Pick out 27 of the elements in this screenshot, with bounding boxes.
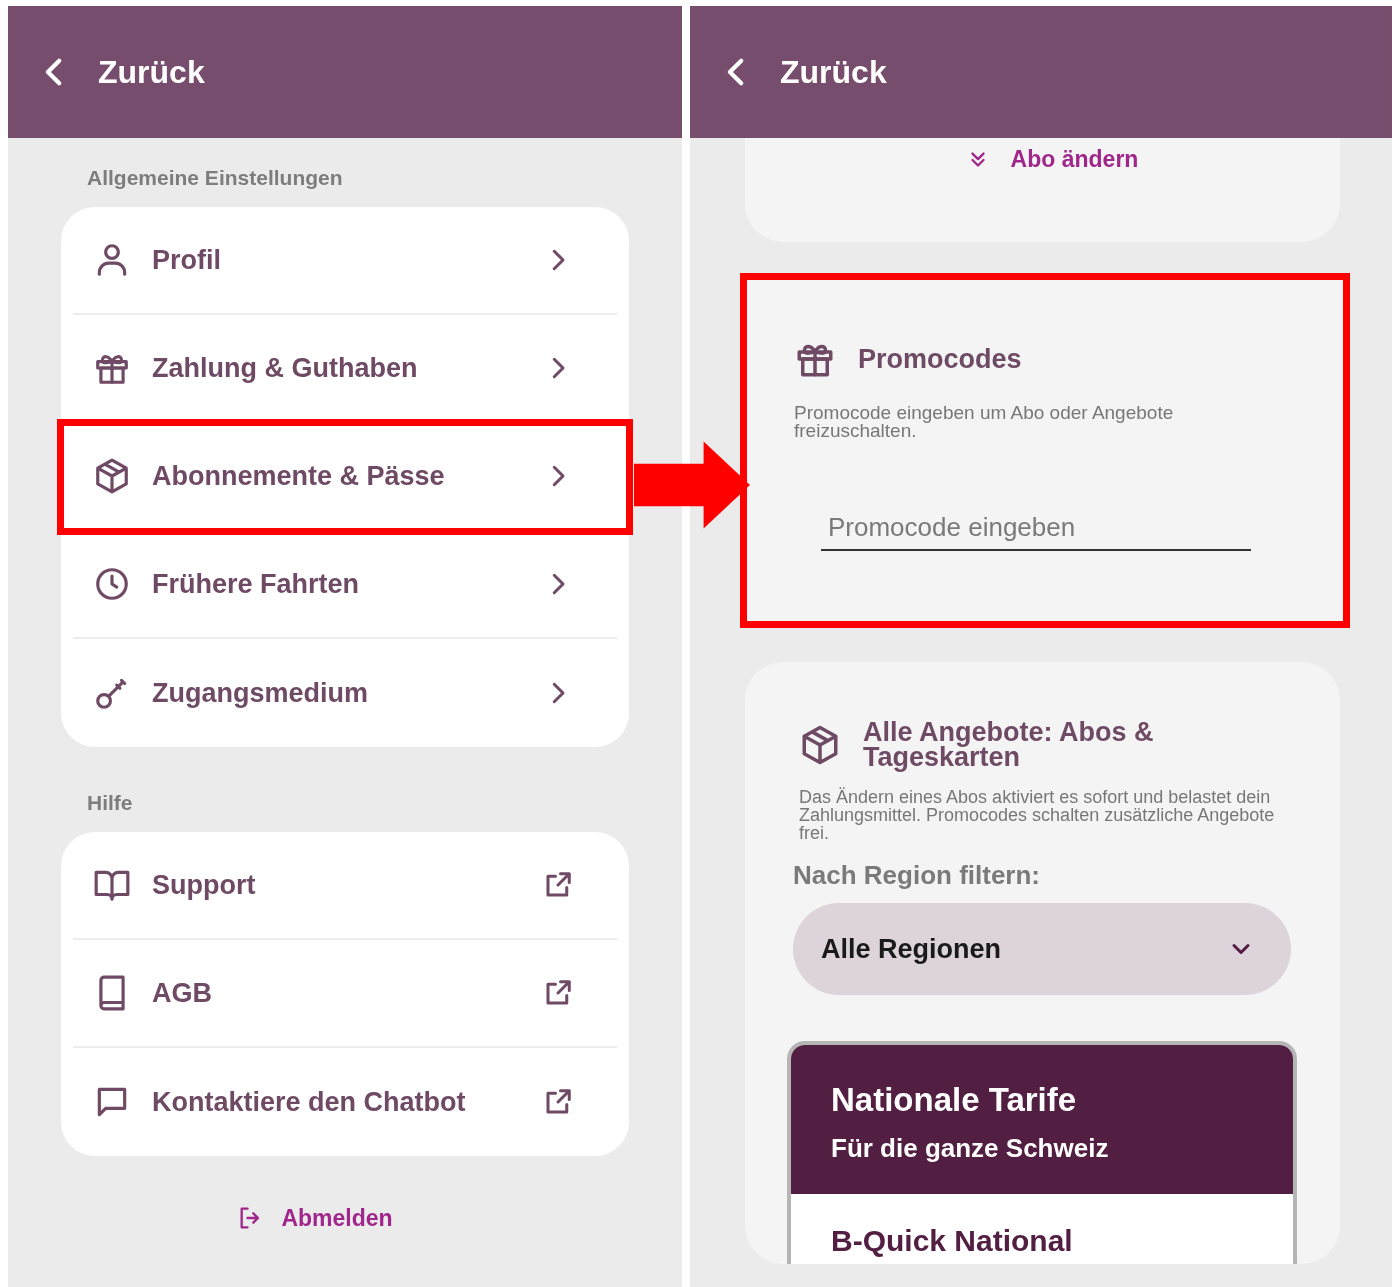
menu-item[interactable]: Frühere Fahrten: [73, 531, 617, 639]
back-button[interactable]: Zurück: [720, 53, 887, 91]
region-dropdown[interactable]: Alle Regionen: [793, 903, 1291, 995]
card-description: Das Ändern eines Abos aktiviert es sofort und belastet dein Zahlungsmittel. Promocodes schalten zusätzliche Angebote frei.: [799, 788, 1276, 842]
card-description: Promocode eingeben um Abo oder Angebote freizuschalten.: [794, 404, 1175, 440]
box-icon: [799, 724, 841, 766]
tariff-item-title: B-Quick National: [831, 1224, 1074, 1258]
menu-item[interactable]: AGB: [73, 940, 617, 1048]
tariff-title: Nationale Tarife: [831, 1081, 1078, 1119]
back-button[interactable]: Zurück: [38, 53, 205, 91]
menu-item[interactable]: Zugangsmedium: [73, 639, 617, 747]
section-title: Hilfe: [87, 791, 134, 815]
menu-item[interactable]: Zahlung & Guthaben: [73, 315, 617, 423]
menu-item[interactable]: Support: [73, 832, 617, 940]
clock-icon: [93, 565, 131, 603]
menu-item[interactable]: Kontaktiere den Chatbot: [73, 1048, 617, 1156]
change-subscription-link[interactable]: Abo ändern: [966, 146, 1139, 173]
tariff-subtitle: Für die ganze Schweiz: [831, 1133, 1110, 1164]
filter-label: Nach Region filtern:: [793, 860, 1041, 891]
section-title: Allgemeine Einstellungen: [87, 166, 344, 190]
logout-link[interactable]: Abmelden: [233, 1200, 397, 1236]
promo-code-input[interactable]: Promocode eingeben: [821, 512, 1251, 551]
card-title: Promocodes: [858, 343, 1022, 375]
card-title: Alle Angebote: Abos & Tageskarten: [863, 720, 1155, 770]
menu-item[interactable]: Profil: [73, 207, 617, 315]
menu-item[interactable]: Abonnemente & Pässe: [61, 423, 629, 531]
box-icon: [93, 457, 131, 495]
